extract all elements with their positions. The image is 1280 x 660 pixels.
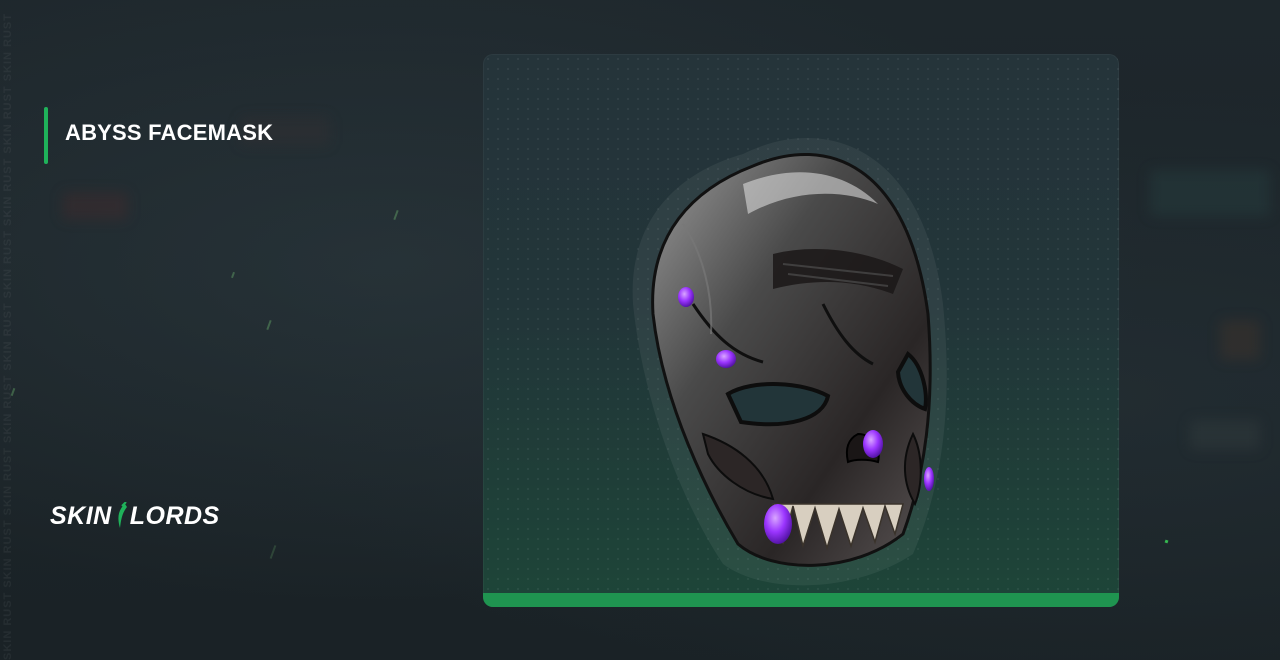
bg-speck: [231, 271, 235, 279]
skull-mask-image: [623, 104, 963, 594]
leaf-slash-icon: [114, 501, 128, 530]
bg-speck: [393, 209, 399, 221]
bg-speck: [266, 319, 272, 331]
rarity-bar: [483, 593, 1119, 607]
item-preview-card: [483, 54, 1119, 607]
skinlords-logo: SKIN LORDS: [50, 500, 220, 532]
bg-speck: [269, 545, 277, 559]
watermark-text: SKIN RUST SKIN RUST SKIN RUST SKIN RUST …: [2, 13, 14, 660]
bg-blur-decoration: [1220, 320, 1260, 360]
bg-blur-decoration: [62, 192, 128, 220]
bg-blur-decoration: [1150, 170, 1270, 216]
watermark-strip: SKIN RUST SKIN RUST SKIN RUST SKIN RUST …: [2, 0, 20, 660]
logo-text-lords: LORDS: [129, 501, 220, 530]
logo-text-skin: SKIN: [50, 501, 112, 530]
bg-speck: [1164, 539, 1169, 544]
promo-card-canvas: SKIN RUST SKIN RUST SKIN RUST SKIN RUST …: [0, 0, 1280, 660]
title-accent-bar: [44, 107, 48, 164]
item-title: ABYSS FACEMASK: [65, 120, 274, 145]
bg-blur-decoration: [1190, 420, 1260, 450]
